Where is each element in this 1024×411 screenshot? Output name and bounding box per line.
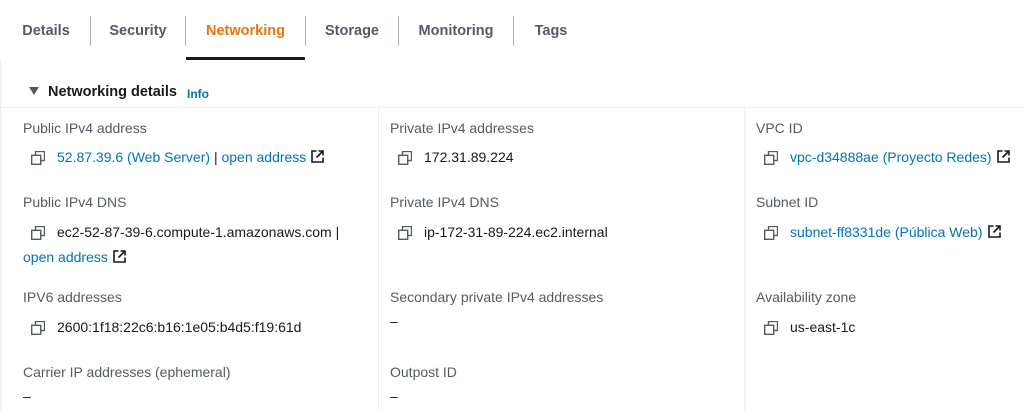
subnet-id-link[interactable]: subnet-ff8331de (Pública Web) <box>790 224 983 240</box>
secondary-private-ipv4-label: Secondary private IPv4 addresses <box>390 289 604 305</box>
copy-icon[interactable] <box>31 226 45 240</box>
subnet-id-value: subnet-ff8331de (Pública Web) <box>790 224 1001 240</box>
private-ipv4-dns-label: Private IPv4 DNS <box>390 194 499 210</box>
separator: | <box>335 224 340 240</box>
external-link-icon[interactable] <box>996 150 1010 163</box>
copy-icon[interactable] <box>31 321 45 335</box>
tab-networking[interactable]: Networking <box>186 0 305 60</box>
tab-security[interactable]: Security <box>91 0 185 60</box>
private-ipv4-addresses-label: Private IPv4 addresses <box>390 120 534 136</box>
outpost-id-label: Outpost ID <box>390 364 457 380</box>
networking-details-panel: Networking details Info Public IPv4 addr… <box>0 60 1024 411</box>
public-dns-open-address: open address <box>23 249 126 265</box>
section-header[interactable]: Networking details Info <box>1 60 1024 108</box>
open-address-link[interactable]: open address <box>23 249 108 265</box>
column-divider <box>744 107 745 411</box>
external-link-icon[interactable] <box>113 250 126 263</box>
external-link-icon[interactable] <box>987 225 1001 238</box>
copy-icon[interactable] <box>31 151 45 165</box>
ipv6-addresses-label: IPV6 addresses <box>23 289 122 305</box>
ipv6-addresses-value: 2600:1f18:22c6:b16:1e05:b4d5:f19:61d <box>57 319 302 335</box>
private-ipv4-dns-value: ip-172-31-89-224.ec2.internal <box>424 224 608 240</box>
section-title: Networking details <box>48 84 177 100</box>
copy-icon[interactable] <box>764 321 778 335</box>
tab-details[interactable]: Details <box>0 0 92 60</box>
open-address-link[interactable]: open address <box>221 149 306 165</box>
secondary-private-ipv4-value: – <box>390 313 398 329</box>
public-ipv4-link[interactable]: 52.87.39.6 (Web Server) <box>57 149 210 165</box>
public-ipv4-address-value: 52.87.39.6 (Web Server) | open address <box>57 149 325 165</box>
availability-zone-label: Availability zone <box>756 289 857 305</box>
vpc-id-value: vpc-d34888ae (Proyecto Redes) <box>790 149 1010 165</box>
availability-zone-value: us-east-1c <box>790 319 856 335</box>
caret-down-icon[interactable] <box>29 87 39 95</box>
carrier-ip-label: Carrier IP addresses (ephemeral) <box>23 364 231 380</box>
vpc-id-link[interactable]: vpc-d34888ae (Proyecto Redes) <box>790 149 992 165</box>
tab-bar: Details Security Networking Storage Moni… <box>0 0 1024 61</box>
tab-storage[interactable]: Storage <box>306 0 398 60</box>
subnet-id-label: Subnet ID <box>756 194 819 210</box>
copy-icon[interactable] <box>398 151 412 165</box>
tab-tags[interactable]: Tags <box>514 0 588 60</box>
outpost-id-value: – <box>390 388 398 404</box>
column-divider <box>378 107 379 411</box>
public-ipv4-address-label: Public IPv4 address <box>23 120 147 136</box>
copy-icon[interactable] <box>764 151 778 165</box>
tab-monitoring[interactable]: Monitoring <box>399 0 513 60</box>
carrier-ip-value: – <box>23 388 31 404</box>
public-ipv4-dns-label: Public IPv4 DNS <box>23 194 127 210</box>
copy-icon[interactable] <box>398 226 412 240</box>
copy-icon[interactable] <box>764 226 778 240</box>
separator: | <box>213 149 218 165</box>
external-link-icon[interactable] <box>311 150 325 163</box>
info-link[interactable]: Info <box>187 87 209 101</box>
vpc-id-label: VPC ID <box>756 120 803 136</box>
private-ipv4-addresses-value: 172.31.89.224 <box>424 149 514 165</box>
public-dns-text: ec2-52-87-39-6.compute-1.amazonaws.com <box>57 224 332 240</box>
public-ipv4-dns-value: ec2-52-87-39-6.compute-1.amazonaws.com | <box>57 224 339 240</box>
